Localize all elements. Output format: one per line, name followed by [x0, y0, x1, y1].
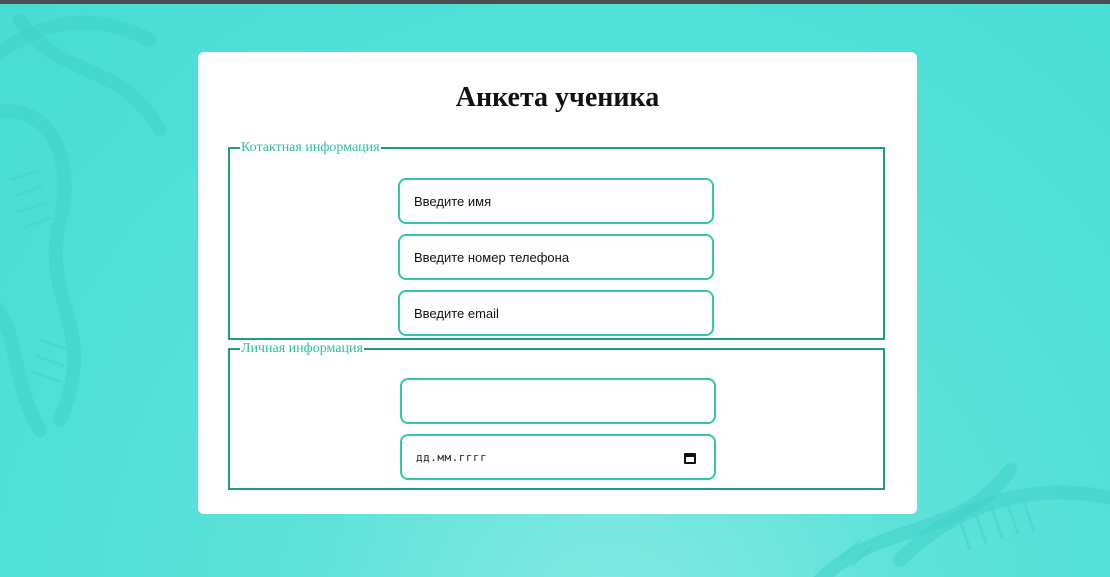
contact-info-fieldset: Котактная информация Введите имя Введите… [228, 141, 885, 340]
birth-date-input[interactable]: дд.мм.гггг [400, 434, 716, 480]
personal-info-legend: Личная информация [241, 341, 363, 356]
email-input[interactable]: Введите email [398, 290, 714, 336]
email-input-placeholder: Введите email [414, 305, 499, 321]
contact-info-legend: Котактная информация [241, 140, 380, 155]
browser-top-bar [0, 0, 1110, 4]
calendar-icon[interactable] [684, 453, 696, 464]
form-card: Анкета ученика Котактная информация Введ… [198, 52, 917, 514]
date-placeholder: дд.мм.гггг [416, 450, 488, 464]
form-title: Анкета ученика [455, 82, 660, 113]
personal-text-input[interactable] [400, 378, 716, 424]
name-input-placeholder: Введите имя [414, 193, 492, 209]
phone-input-placeholder: Введите номер телефона [414, 249, 570, 265]
name-input[interactable]: Введите имя [398, 178, 714, 224]
personal-info-fieldset: Личная информация дд.мм.гггг [228, 342, 885, 490]
phone-input[interactable]: Введите номер телефона [398, 234, 714, 280]
